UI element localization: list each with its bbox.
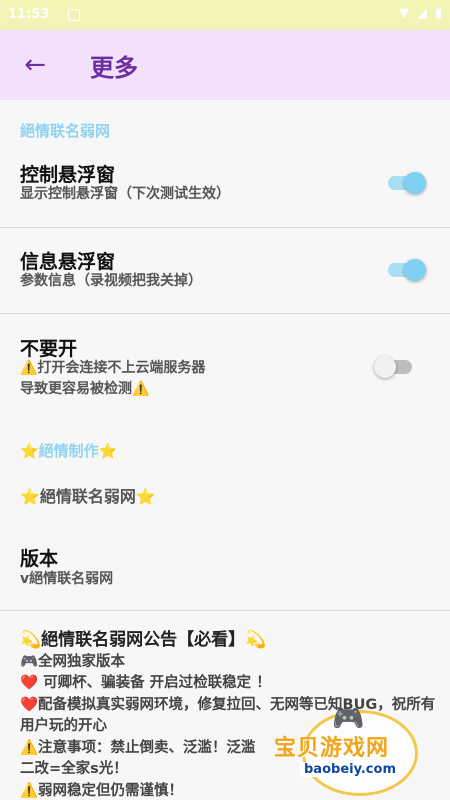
notification-icon [68, 9, 80, 21]
app-bar: ← 更多 [0, 30, 450, 100]
divider [0, 313, 450, 314]
setting-title: 信息悬浮窗 [20, 251, 116, 273]
version-title: 版本 [20, 548, 59, 570]
setting-subtitle: 显示控制悬浮窗（下次测试生效） [20, 186, 230, 202]
watermark-logo: 🎮 宝贝游戏网 baobeiy.com [272, 700, 422, 796]
credit-item[interactable]: ⭐絕情联名弱网⭐ [20, 483, 156, 507]
signal-icon: ◢ [416, 6, 427, 21]
category-header: 絕情联名弱网 [20, 122, 111, 140]
divider [0, 610, 450, 611]
category-header: ⭐絕情制作⭐ [20, 442, 118, 460]
page-title: 更多 [90, 54, 138, 82]
watermark-url: baobeiy.com [300, 762, 400, 777]
battery-icon: ▮ [434, 6, 442, 21]
setting-warning-1: ⚠️打开会连接不上云端服务器 [20, 360, 206, 376]
status-bar: 11:53 ▼ ◢ ▮ [0, 0, 450, 30]
status-time: 11:53 [8, 7, 50, 22]
dont-open-toggle[interactable] [374, 356, 414, 378]
wifi-icon: ▼ [398, 6, 409, 21]
settings-list[interactable]: 絕情联名弱网 控制悬浮窗 显示控制悬浮窗（下次测试生效） 信息悬浮窗 参数信息（… [0, 100, 450, 800]
setting-title: 不要开 [20, 338, 78, 360]
setting-warning-2: 导致更容易被检测⚠️ [20, 381, 150, 397]
watermark-text: 宝贝游戏网 [274, 736, 390, 761]
announcement-line: 🎮全网独家版本 [20, 653, 126, 670]
setting-subtitle: 参数信息（录视频把我关掉） [20, 273, 202, 289]
announcement-line: ❤️ 可卿杯、骗装备 开启过检联稳定 ！ [20, 675, 271, 691]
info-window-toggle[interactable] [384, 259, 426, 281]
announcement-title: 💫絕情联名弱网公告【必看】💫 [20, 630, 267, 650]
status-icons: ▼ ◢ ▮ [399, 6, 442, 21]
arrow-left-icon[interactable]: ← [20, 50, 50, 80]
float-window-toggle[interactable] [384, 172, 426, 194]
setting-title: 控制悬浮窗 [20, 164, 116, 186]
version-value: v絕情联名弱网 [20, 571, 114, 587]
divider [0, 227, 450, 228]
